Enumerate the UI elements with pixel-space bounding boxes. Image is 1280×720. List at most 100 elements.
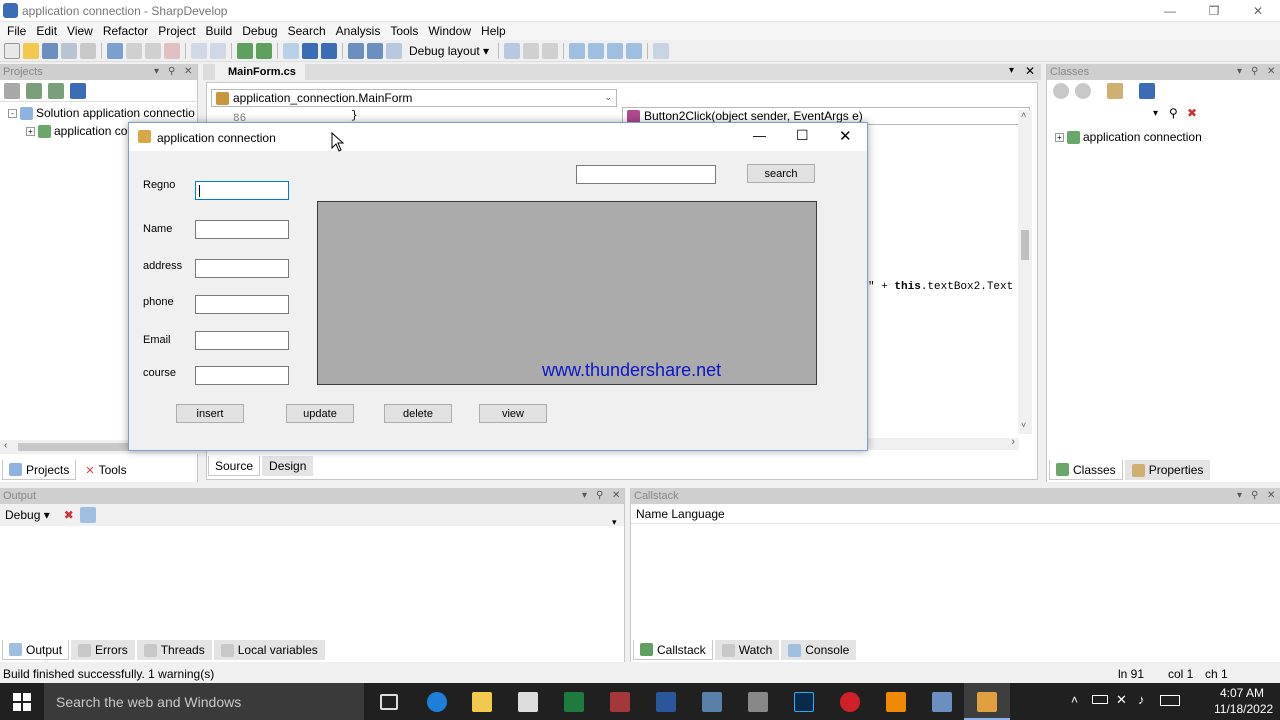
menu-window[interactable]: Window — [425, 24, 478, 38]
editor-vscrollbar[interactable]: ˄ ˅ — [1018, 110, 1032, 434]
tab-threads[interactable]: Threads — [136, 640, 212, 660]
view-button[interactable]: view — [479, 404, 547, 423]
step-over-icon[interactable] — [348, 42, 364, 59]
word-icon[interactable] — [656, 692, 676, 712]
search-input[interactable] — [576, 165, 716, 184]
email-input[interactable] — [195, 331, 289, 350]
active-app-highlight[interactable] — [964, 683, 1010, 720]
insert-button[interactable]: insert — [176, 404, 244, 423]
monitor-icon[interactable] — [626, 42, 643, 59]
task-view-icon[interactable] — [380, 694, 398, 710]
new-file-icon[interactable] — [4, 42, 20, 59]
dialog-maximize-button[interactable]: ☐ — [796, 127, 809, 144]
tray-network-icon[interactable]: ✕ — [1116, 692, 1127, 708]
tray-chevron-icon[interactable]: ˄ — [1071, 693, 1078, 707]
tray-volume-icon[interactable]: ♪ — [1138, 692, 1145, 707]
search-icon[interactable]: ⚲ — [1169, 106, 1178, 120]
filter-icon[interactable] — [1107, 83, 1123, 99]
file-explorer-icon[interactable] — [472, 692, 492, 712]
class-combo[interactable]: application_connection.MainForm ⌄ — [211, 89, 617, 107]
collapse-icon[interactable] — [26, 82, 42, 99]
tab-mainform[interactable]: MainForm.cs — [215, 64, 305, 80]
clock-date[interactable]: 11/18/2022 — [1214, 702, 1273, 716]
tree-item-solution[interactable]: - Solution application connectio — [8, 106, 195, 120]
tab-projects[interactable]: Projects — [2, 460, 77, 480]
bookmark-icon[interactable] — [504, 42, 521, 59]
restore-button[interactable]: ❐ — [1192, 0, 1236, 22]
close-pane-icon[interactable]: ✕ — [1267, 488, 1275, 504]
tab-local-variables[interactable]: Local variables — [213, 640, 325, 660]
close-window-button[interactable]: ✕ — [1236, 0, 1280, 22]
word-wrap-icon[interactable] — [79, 507, 96, 523]
pad-icon[interactable] — [607, 42, 624, 59]
excel-icon[interactable] — [564, 692, 584, 712]
minimize-button[interactable]: — — [1148, 0, 1192, 22]
properties-icon[interactable] — [4, 82, 20, 99]
tray-battery-icon[interactable] — [1092, 695, 1108, 704]
menu-project[interactable]: Project — [155, 24, 202, 38]
visual-studio-icon[interactable] — [702, 692, 722, 712]
search-dropdown-icon[interactable]: ▾ — [1153, 108, 1158, 119]
bookmark-next-icon[interactable] — [523, 42, 540, 59]
pin-icon[interactable]: ⚲ — [1251, 488, 1258, 504]
tab-console[interactable]: Console — [781, 640, 857, 660]
photoshop-icon[interactable] — [794, 692, 814, 712]
close-tab-icon[interactable]: ✕ — [1025, 64, 1035, 78]
undo-icon[interactable] — [191, 42, 207, 59]
cut-icon[interactable] — [107, 42, 123, 59]
debug-layout-dropdown[interactable]: Debug layout ▾ — [405, 44, 493, 58]
menu-help[interactable]: Help — [478, 24, 513, 38]
layout-icon[interactable] — [588, 42, 605, 59]
pause-icon[interactable] — [302, 42, 318, 59]
pin-icon[interactable]: ⚲ — [1251, 64, 1258, 80]
search-button[interactable]: search — [747, 164, 815, 183]
data-grid[interactable]: www.thundershare.net — [317, 201, 817, 385]
redo-icon[interactable] — [210, 42, 226, 59]
name-input[interactable] — [195, 220, 289, 239]
clear-search-icon[interactable]: ✖ — [1187, 106, 1197, 120]
step-out-icon[interactable] — [386, 42, 402, 59]
show-members-icon[interactable] — [1139, 83, 1155, 99]
tab-design[interactable]: Design — [262, 456, 314, 476]
output-scroll-icon[interactable]: ▾ — [612, 517, 617, 528]
clock-time[interactable]: 4:07 AM — [1220, 686, 1264, 700]
tab-output[interactable]: Output — [2, 640, 70, 660]
tab-tools[interactable]: ✕ Tools — [78, 460, 133, 480]
clear-output-icon[interactable]: ✖ — [64, 508, 74, 522]
menu-file[interactable]: File — [4, 24, 33, 38]
delete-button[interactable]: delete — [384, 404, 452, 423]
taskbar-search-box[interactable]: Search the web and Windows — [44, 683, 364, 720]
back-icon[interactable] — [1053, 83, 1069, 99]
start-windows-icon[interactable] — [13, 693, 31, 711]
tab-callstack[interactable]: Callstack — [633, 640, 713, 660]
close-pane-icon[interactable]: ✕ — [184, 64, 192, 80]
menu-build[interactable]: Build — [203, 24, 240, 38]
edge-icon[interactable] — [427, 692, 447, 712]
menu-search[interactable]: Search — [285, 24, 333, 38]
build-icon[interactable] — [237, 42, 253, 59]
output-category-dropdown[interactable]: Debug ▾ — [5, 508, 50, 522]
open-folder-icon[interactable] — [23, 42, 39, 59]
print-icon[interactable] — [80, 42, 96, 59]
phone-input[interactable] — [195, 295, 289, 314]
show-all-icon[interactable] — [70, 82, 86, 99]
tab-source[interactable]: Source — [208, 456, 261, 476]
pin-icon[interactable]: ⚲ — [596, 488, 603, 504]
tree-item-class-project[interactable]: + application connection — [1055, 130, 1202, 144]
pin-icon[interactable]: ⚲ — [168, 64, 175, 80]
refresh-icon[interactable] — [48, 82, 64, 99]
dialog-minimize-button[interactable]: — — [753, 128, 766, 143]
rebuild-icon[interactable] — [256, 42, 272, 59]
menu-view[interactable]: View — [64, 24, 100, 38]
tab-properties[interactable]: Properties — [1124, 460, 1211, 480]
menu-edit[interactable]: Edit — [33, 24, 64, 38]
tab-watch[interactable]: Watch — [714, 640, 780, 660]
save-all-icon[interactable] — [61, 42, 77, 59]
sharpdevelop-icon[interactable] — [932, 692, 952, 712]
menu-debug[interactable]: Debug — [239, 24, 284, 38]
tray-keyboard-icon[interactable] — [1160, 695, 1180, 706]
find-icon[interactable] — [653, 42, 670, 59]
pin-dropdown-icon[interactable]: ▾ — [1237, 64, 1242, 80]
tab-errors[interactable]: Errors — [71, 640, 135, 660]
app-icon[interactable] — [748, 692, 768, 712]
